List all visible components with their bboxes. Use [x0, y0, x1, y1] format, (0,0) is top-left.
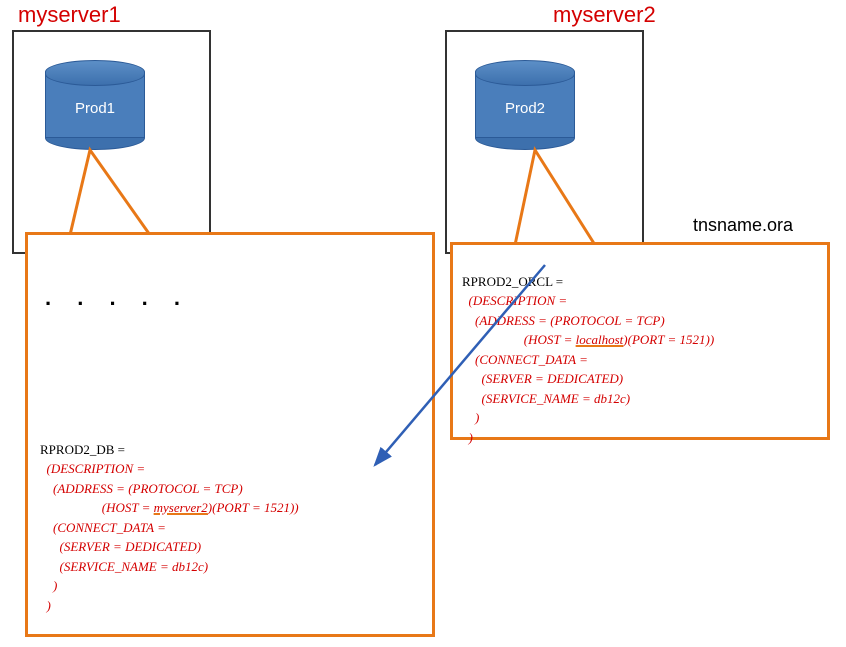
reference-arrow — [0, 0, 846, 647]
